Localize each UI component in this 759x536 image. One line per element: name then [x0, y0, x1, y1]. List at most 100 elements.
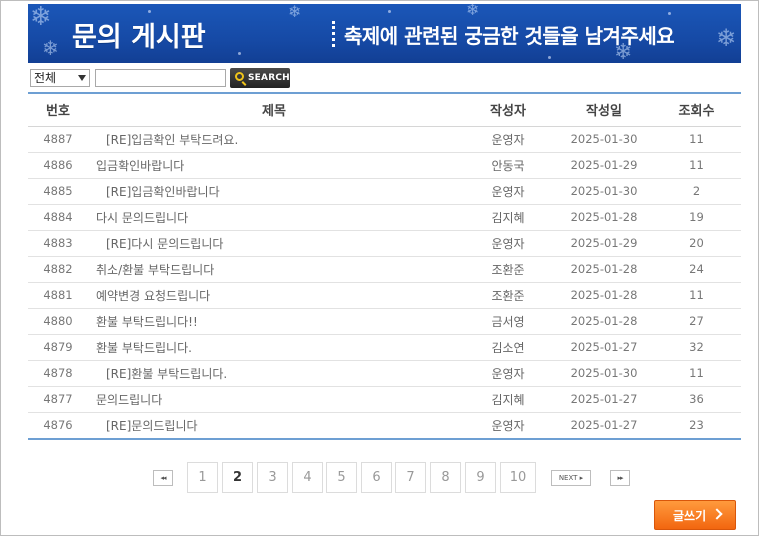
first-page-button[interactable]: ◂◂	[153, 470, 173, 486]
post-table: 번호 제목 작성자 작성일 조회수 4887 [RE]입금확인 부탁드려요. 운영자…	[28, 94, 741, 438]
post-writer: 운영자	[460, 126, 556, 153]
post-views: 20	[652, 230, 741, 257]
post-date: 2025-01-29	[556, 230, 652, 257]
post-subject-link[interactable]: 문의드립니다	[88, 386, 460, 413]
post-subject-link[interactable]: [RE]문의드립니다	[88, 412, 460, 438]
table-row: 4879 환불 부탁드립니다. 김소연 2025-01-27 32	[28, 334, 741, 361]
post-writer: 김지혜	[460, 386, 556, 413]
post-subject-link[interactable]: [RE]다시 문의드립니다	[88, 230, 460, 257]
snow-dot	[668, 12, 671, 15]
post-subject-link[interactable]: 입금확인바랍니다	[88, 152, 460, 179]
page-number-button[interactable]: 3	[257, 462, 288, 493]
post-subject-link[interactable]: [RE]입금확인 부탁드려요.	[88, 126, 460, 153]
chevron-right-icon	[711, 508, 723, 520]
post-number: 4886	[28, 152, 88, 179]
snowflake-icon: ❄	[42, 36, 59, 60]
post-views: 36	[652, 386, 741, 413]
next-page-button[interactable]: NEXT ▸	[551, 470, 591, 486]
post-subject-link[interactable]: 예약변경 요청드립니다	[88, 282, 460, 309]
post-views: 19	[652, 204, 741, 231]
search-input[interactable]	[95, 69, 226, 87]
snow-dot	[388, 10, 391, 13]
page-number-button[interactable]: 6	[361, 462, 392, 493]
post-views: 32	[652, 334, 741, 361]
table-bottom-border	[28, 438, 741, 440]
header-number: 번호	[28, 94, 88, 127]
post-views: 23	[689, 418, 704, 433]
post-number: 4879	[28, 334, 88, 361]
snowflake-icon: ❄	[466, 4, 480, 19]
snowflake-icon: ❄	[30, 4, 52, 32]
post-number: 4885	[28, 178, 88, 205]
post-date: 2025-01-30	[556, 178, 652, 205]
post-number: 4883	[28, 230, 88, 257]
post-number: 4882	[28, 256, 88, 283]
page-number-button[interactable]: 2	[222, 462, 253, 493]
post-writer: 김지혜	[460, 204, 556, 231]
header-writer: 작성자	[460, 94, 556, 127]
page-number-button[interactable]: 4	[292, 462, 323, 493]
snowflake-icon: ❄	[288, 4, 302, 21]
post-date: 2025-01-29	[556, 152, 652, 179]
post-subject-link[interactable]: [RE]입금확인바랍니다	[88, 178, 460, 205]
post-writer: 금서영	[460, 308, 556, 335]
snowflake-icon: ❄	[716, 24, 737, 52]
post-subject-link[interactable]: 취소/환불 부탁드립니다	[88, 256, 460, 283]
last-page-button[interactable]: ▸▸	[610, 470, 630, 486]
post-date: 2025-01-28	[556, 308, 652, 335]
post-writer: 운영자	[460, 230, 556, 257]
page-number-button[interactable]: 8	[430, 462, 461, 493]
table-row: 4878 [RE]환불 부탁드립니다. 운영자 2025-01-30 11	[28, 360, 741, 387]
search-button[interactable]: SEARCH	[230, 68, 290, 88]
table-row: 4884 다시 문의드립니다 김지혜 2025-01-28 19	[28, 204, 741, 231]
post-date: 2025-01-28	[556, 282, 652, 309]
table-row: 4886 입금확인바랍니다 안동국 2025-01-29 11	[28, 152, 741, 179]
table-header-row: 번호 제목 작성자 작성일 조회수	[28, 94, 741, 127]
banner-separator	[332, 21, 335, 47]
post-views: 27	[652, 308, 741, 335]
search-button-label: SEARCH	[248, 73, 290, 83]
page-number-button[interactable]: 5	[326, 462, 357, 493]
post-subject-link[interactable]: 환불 부탁드립니다!!	[88, 308, 460, 335]
page-number-button[interactable]: 10	[500, 462, 536, 493]
search-field-select[interactable]: 전체	[30, 69, 90, 87]
post-subject-link[interactable]: 다시 문의드립니다	[88, 204, 460, 231]
board-title: 문의 게시판	[72, 22, 206, 53]
table-row: 4876 [RE]문의드립니다 운영자 2025-01-27 23	[28, 412, 741, 438]
write-button[interactable]: 글쓰기	[654, 500, 736, 530]
post-number: 4887	[28, 126, 88, 153]
board-subtitle: 축제에 관련된 궁금한 것들을 남겨주세요	[344, 24, 675, 48]
post-number: 4878	[28, 360, 88, 387]
post-number: 4880	[28, 308, 88, 335]
post-subject-link[interactable]: [RE]환불 부탁드립니다.	[88, 360, 460, 387]
chevron-down-icon	[78, 75, 86, 81]
table-row: 4882 취소/환불 부탁드립니다 조환준 2025-01-28 24	[28, 256, 741, 283]
snow-dot	[238, 52, 241, 55]
post-date: 2025-01-28	[556, 256, 652, 283]
page-number-button[interactable]: 7	[395, 462, 426, 493]
header-subject: 제목	[88, 94, 460, 127]
board-list: 번호 제목 작성자 작성일 조회수 4887 [RE]입금확인 부탁드려요. 운영자…	[28, 92, 741, 440]
post-views: 11	[652, 126, 741, 153]
post-writer: 조환준	[460, 256, 556, 283]
post-views: 11	[652, 152, 741, 179]
page-number-button[interactable]: 1	[187, 462, 218, 493]
page-number-button[interactable]: 9	[465, 462, 496, 493]
post-number: 4884	[28, 204, 88, 231]
post-date: 2025-01-28	[556, 204, 652, 231]
table-row: 4887 [RE]입금확인 부탁드려요. 운영자 2025-01-30 11	[28, 126, 741, 153]
table-row: 4881 예약변경 요청드립니다 조환준 2025-01-28 11	[28, 282, 741, 309]
post-number: 4881	[28, 282, 88, 309]
post-date: 2025-01-30	[556, 126, 652, 153]
post-views: 11	[652, 282, 741, 309]
snow-dot	[148, 10, 151, 13]
post-date: 2025-01-27	[556, 386, 652, 413]
table-row: 4885 [RE]입금확인바랍니다 운영자 2025-01-30 2	[28, 178, 741, 205]
table-row: 4877 문의드립니다 김지혜 2025-01-27 36	[28, 386, 741, 413]
post-writer: 안동국	[460, 152, 556, 179]
post-writer: 운영자	[460, 360, 556, 387]
post-subject-link[interactable]: 환불 부탁드립니다.	[88, 334, 460, 361]
post-views: 11	[652, 360, 741, 387]
post-writer: 김소연	[460, 334, 556, 361]
search-icon	[235, 72, 244, 81]
